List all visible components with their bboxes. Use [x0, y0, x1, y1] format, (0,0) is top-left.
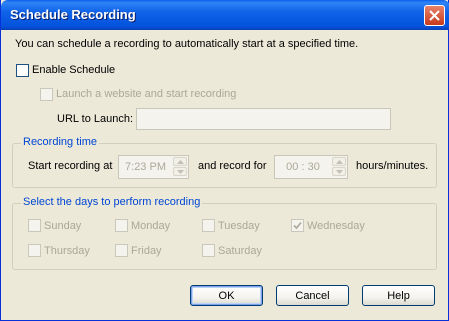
- start-time-up-button[interactable]: [173, 157, 187, 166]
- window-title: Schedule Recording: [10, 7, 136, 22]
- checkmark-icon: [293, 221, 302, 230]
- duration-spinner[interactable]: 00 : 30: [274, 155, 348, 179]
- title-bar[interactable]: Schedule Recording: [1, 0, 449, 30]
- duration-down-button[interactable]: [332, 167, 346, 176]
- chevron-down-icon: [176, 169, 184, 174]
- day-checkbox-friday[interactable]: [115, 244, 128, 257]
- day-label-friday[interactable]: Friday: [131, 245, 162, 257]
- start-recording-label: Start recording at: [28, 160, 113, 172]
- record-for-label: and record for: [198, 160, 267, 172]
- start-time-value: 7:23 PM: [125, 161, 166, 173]
- duration-value: 00 : 30: [286, 161, 320, 173]
- duration-up-button[interactable]: [332, 157, 346, 166]
- close-button[interactable]: [424, 5, 445, 26]
- chevron-up-icon: [335, 159, 343, 164]
- close-icon: [429, 10, 440, 21]
- intro-text: You can schedule a recording to automati…: [15, 38, 359, 50]
- start-time-down-button[interactable]: [173, 167, 187, 176]
- duration-spin-buttons[interactable]: [332, 157, 346, 177]
- launch-website-label[interactable]: Launch a website and start recording: [56, 88, 236, 100]
- url-input[interactable]: [136, 108, 391, 130]
- ok-button[interactable]: OK: [190, 285, 263, 306]
- dialog-window: Schedule Recording You can schedule a re…: [0, 0, 449, 321]
- day-label-wednesday[interactable]: Wednesday: [307, 220, 365, 232]
- days-legend: Select the days to perform recording: [21, 196, 203, 208]
- url-label: URL to Launch:: [57, 113, 134, 125]
- days-group: [12, 203, 437, 270]
- day-label-saturday[interactable]: Saturday: [218, 245, 262, 257]
- enable-schedule-checkbox[interactable]: [16, 64, 29, 77]
- day-checkbox-sunday[interactable]: [28, 219, 41, 232]
- chevron-down-icon: [335, 169, 343, 174]
- recording-time-legend: Recording time: [21, 136, 99, 148]
- day-label-thursday[interactable]: Thursday: [44, 245, 90, 257]
- day-checkbox-thursday[interactable]: [28, 244, 41, 257]
- start-time-spinner[interactable]: 7:23 PM: [118, 155, 189, 179]
- day-label-tuesday[interactable]: Tuesday: [218, 220, 260, 232]
- day-label-monday[interactable]: Monday: [131, 220, 170, 232]
- launch-website-checkbox[interactable]: [40, 88, 53, 101]
- day-checkbox-saturday[interactable]: [202, 244, 215, 257]
- day-label-sunday[interactable]: Sunday: [44, 220, 81, 232]
- enable-schedule-label[interactable]: Enable Schedule: [32, 64, 115, 76]
- start-time-spin-buttons[interactable]: [173, 157, 187, 177]
- day-checkbox-monday[interactable]: [115, 219, 128, 232]
- duration-units-label: hours/minutes.: [356, 160, 429, 172]
- help-button[interactable]: Help: [362, 285, 435, 306]
- cancel-button[interactable]: Cancel: [276, 285, 349, 306]
- day-checkbox-tuesday[interactable]: [202, 219, 215, 232]
- chevron-up-icon: [176, 159, 184, 164]
- day-checkbox-wednesday[interactable]: [291, 219, 304, 232]
